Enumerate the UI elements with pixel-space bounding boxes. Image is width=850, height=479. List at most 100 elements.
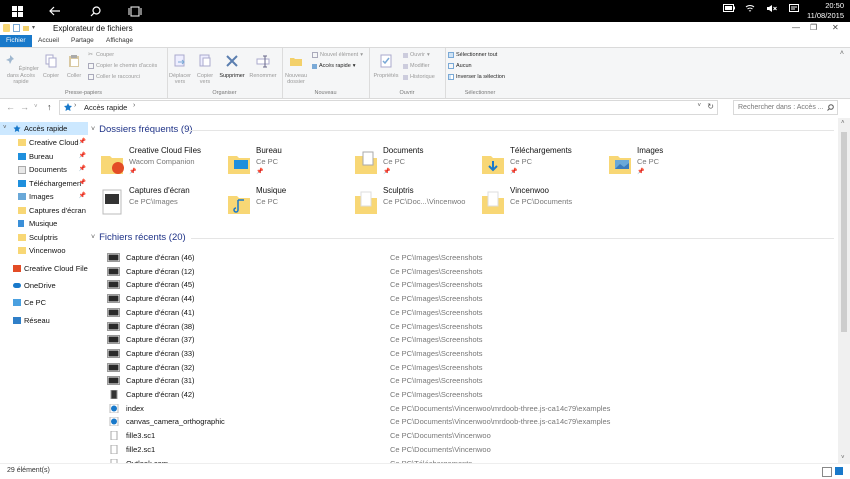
select-none-button[interactable]: Aucun [448,63,472,69]
tab-partage[interactable]: Partage [65,35,100,47]
sidebar-item-musique[interactable]: Musique [0,217,88,230]
large-icons-view-icon[interactable] [835,467,843,475]
clock[interactable]: 20:50 11/08/2015 [807,1,844,21]
recent-file-row[interactable]: fille3.sc1 Ce PC\Documents\Vincenwoo [91,429,838,442]
ribbon-collapse-icon[interactable]: ˄ [840,50,844,57]
recent-file-row[interactable]: fille2.sc1 Ce PC\Documents\Vincenwoo [91,443,838,456]
frequent-folder-item[interactable]: Images Ce PC 📌 [599,146,719,184]
sidebar-item-captures[interactable]: Captures d'écran [0,204,88,217]
history-button[interactable]: Historique [403,74,435,80]
sidebar-item-sculptris[interactable]: Sculptris [0,231,88,244]
expand-chevron-icon[interactable]: ˅ [3,122,7,135]
recent-file-row[interactable]: Capture d'écran (12) Ce PC\Images\Screens… [91,265,838,278]
frequent-folder-item[interactable]: Téléchargements Ce PC 📌 [472,146,592,184]
pin-quick-access-button[interactable]: Épingler dans Accès rapide [3,52,39,86]
recent-file-row[interactable]: Capture d'écran (42) Ce PC\Images\Screens… [91,388,838,401]
rename-button[interactable]: Renommer [247,52,279,79]
new-folder-button[interactable]: Nouveau dossier [282,52,310,86]
tab-affichage[interactable]: Affichage [100,35,139,47]
qat-dropdown-icon[interactable]: ▾ [32,24,38,32]
copy-button[interactable]: Copier [40,52,62,79]
edit-button[interactable]: Modifier [403,63,430,69]
scrollbar-thumb[interactable] [841,132,847,332]
delete-button[interactable]: Supprimer [217,52,247,79]
sidebar-item-documents[interactable]: Documents 📌 [0,163,88,176]
scroll-up-icon[interactable]: ˄ [841,120,845,126]
open-button[interactable]: Ouvrir ▾ [403,52,430,58]
recent-locations-button[interactable]: ˅ [34,104,38,110]
notifications-icon[interactable] [789,4,799,16]
recent-file-row[interactable]: Capture d'écran (41) Ce PC\Images\Screens… [91,306,838,319]
paste-shortcut-button[interactable]: Coller le raccourci [88,74,140,80]
properties-qat-icon[interactable] [13,24,20,32]
restore-button[interactable]: ❐ [810,23,817,32]
nav-forward-button[interactable]: → [20,102,29,112]
recent-file-row[interactable]: Capture d'écran (32) Ce PC\Images\Screens… [91,361,838,374]
scroll-down-icon[interactable]: ˅ [841,455,845,461]
address-box[interactable]: › Accès rapide › ˅ ↻ [59,100,718,115]
paste-button[interactable]: Coller [63,52,85,79]
sidebar-item-onedrive[interactable]: OneDrive [0,279,88,292]
easy-access-label: Accès rapide [319,63,351,69]
details-view-icon[interactable] [822,467,832,477]
sidebar-item-vincenwoo[interactable]: Vincenwoo [0,244,88,257]
frequent-folder-item[interactable]: Creative Cloud Files Wacom Companion 📌 [91,146,211,184]
tab-accueil[interactable]: Accueil [32,35,65,47]
wifi-icon[interactable] [745,4,755,15]
search-button[interactable] [80,0,110,22]
new-folder-qat-icon[interactable] [23,26,29,31]
task-view-button[interactable] [120,0,150,22]
battery-icon[interactable] [723,4,735,14]
invert-selection-button[interactable]: Inverser la sélection [448,74,505,80]
sidebar-item-reseau[interactable]: Réseau [0,314,88,327]
frequent-folders-header[interactable]: ˅ Dossiers fréquents (9) [91,124,193,135]
breadcrumb-chevron-icon[interactable]: › [133,102,135,109]
easy-access-button[interactable]: Accès rapide ▾ [312,63,356,69]
new-item-button[interactable]: Nouvel élément ▾ [312,52,363,58]
start-button[interactable] [2,0,32,22]
frequent-folder-item[interactable]: Captures d'écran Ce PC\Images [91,186,211,224]
recent-file-row[interactable]: Capture d'écran (33) Ce PC\Images\Screens… [91,347,838,360]
tab-fichier[interactable]: Fichier [0,35,32,47]
frequent-folder-item[interactable]: Vincenwoo Ce PC\Documents [472,186,592,224]
recent-file-row[interactable]: Capture d'écran (46) Ce PC\Images\Screens… [91,251,838,264]
copy-path-button[interactable]: Copier le chemin d'accès [88,63,157,69]
recent-file-row[interactable]: Capture d'écran (44) Ce PC\Images\Screens… [91,292,838,305]
recent-file-row[interactable]: Capture d'écran (31) Ce PC\Images\Screens… [91,374,838,387]
minimize-button[interactable]: — [792,23,800,32]
music-folder-icon [228,196,250,214]
sidebar-item-telechargements[interactable]: Téléchargemen 📌 [0,177,88,190]
recent-file-row[interactable]: index Ce PC\Documents\Vincenwoo\mrdoob-th… [91,402,838,415]
frequent-folder-item[interactable]: Bureau Ce PC 📌 [218,146,338,184]
nav-up-button[interactable]: ↑ [47,102,52,112]
volume-mute-icon[interactable] [766,4,777,15]
nav-back-button[interactable]: ← [6,102,15,112]
recent-file-row[interactable]: Capture d'écran (45) Ce PC\Images\Screens… [91,278,838,291]
select-all-button[interactable]: Sélectionner tout [448,52,497,58]
copy-to-button[interactable]: Copier vers [193,52,217,86]
recent-files-header[interactable]: ˅ Fichiers récents (20) [91,232,186,243]
sidebar-item-images[interactable]: Images 📌 [0,190,88,203]
sidebar-item-ce-pc[interactable]: Ce PC [0,296,88,309]
search-box[interactable]: Rechercher dans : Accès ... [733,100,838,115]
address-path[interactable]: Accès rapide [84,103,127,112]
sidebar-item-creative-cloud-files[interactable]: Creative Cloud File [0,262,88,275]
vertical-scrollbar[interactable]: ˄ ˅ [838,118,850,463]
sidebar-item-quick-access[interactable]: ˅ Accès rapide [0,122,88,135]
sidebar-item-creative-cloud[interactable]: Creative Cloud 📌 [0,136,88,149]
recent-file-row[interactable]: Capture d'écran (38) Ce PC\Images\Screens… [91,320,838,333]
frequent-folder-item[interactable]: Sculptris Ce PC\Doc...\Vincenwoo [345,186,465,224]
frequent-folder-item[interactable]: Musique Ce PC [218,186,338,224]
recent-file-row[interactable]: canvas_camera_orthographic Ce PC\Document… [91,415,838,428]
properties-button[interactable]: Propriétés [370,52,402,79]
file-icon [110,445,118,454]
back-button[interactable] [40,0,70,22]
move-to-button[interactable]: Déplacer vers [167,52,193,86]
recent-file-row[interactable]: Capture d'écran (37) Ce PC\Images\Screens… [91,333,838,346]
address-dropdown-icon[interactable]: ˅ [697,103,701,109]
cut-button[interactable]: ✂ Couper [88,52,114,58]
sidebar-item-bureau[interactable]: Bureau 📌 [0,150,88,163]
refresh-icon[interactable]: ↻ [707,102,714,111]
close-button[interactable]: ✕ [832,23,839,32]
frequent-folder-item[interactable]: Documents Ce PC 📌 [345,146,465,184]
